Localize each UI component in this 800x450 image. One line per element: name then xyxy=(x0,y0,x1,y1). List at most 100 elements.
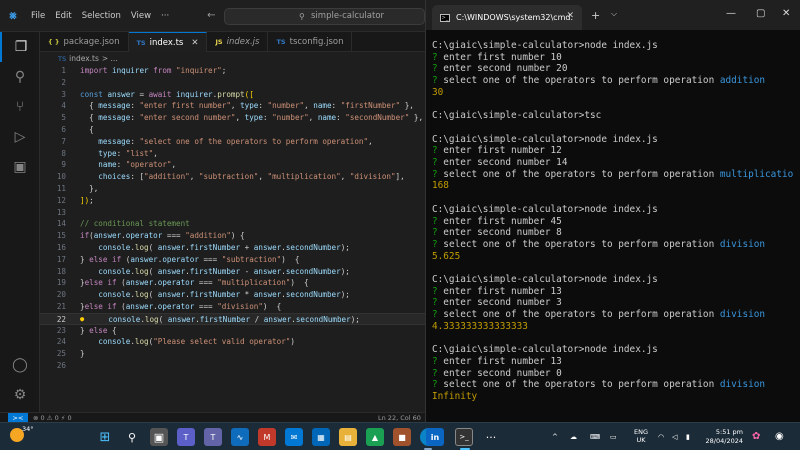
system-clock[interactable]: 5:51 pm 28/04/2024 xyxy=(705,428,743,446)
code-line[interactable]: 25} xyxy=(40,348,425,360)
code-line[interactable]: 5 { message: "enter second number", type… xyxy=(40,112,425,124)
code-text: const answer = await inquirer.prompt([ xyxy=(80,89,254,101)
extensions-icon[interactable]: ▣ xyxy=(0,152,40,182)
tab-index-ts[interactable]: TS index.ts ✕ xyxy=(128,32,208,52)
cursor-position[interactable]: Ln 22, Col 60 xyxy=(378,413,421,422)
volume-icon[interactable]: ◁ xyxy=(672,423,677,450)
account-icon[interactable]: ◯ xyxy=(0,350,40,380)
task-view-icon[interactable]: ▣ xyxy=(150,428,168,446)
code-line[interactable]: 12]); xyxy=(40,195,425,207)
maximize-icon[interactable]: ▢ xyxy=(756,8,765,19)
search-icon[interactable]: ⚲ xyxy=(123,428,141,446)
weather-widget[interactable]: 34° xyxy=(10,425,34,446)
line-number: 4 xyxy=(61,101,66,111)
notification-bell-icon[interactable]: ◉ xyxy=(775,423,784,450)
code-line[interactable]: 9 name: "operator", xyxy=(40,159,425,171)
tab-tsconfig-json[interactable]: TS tsconfig.json xyxy=(268,32,353,52)
code-line[interactable]: 21}else if (answer.operator === "divisio… xyxy=(40,301,425,313)
code-line[interactable]: 7 message: "select one of the operators … xyxy=(40,136,425,148)
code-line[interactable]: 14 // conditional statement xyxy=(40,218,425,230)
tab-package-json[interactable]: { } package.json xyxy=(40,32,129,52)
json-file-icon: { } xyxy=(48,38,60,46)
back-arrow-icon[interactable]: ← xyxy=(202,10,220,21)
close-tab-icon[interactable]: ✕ xyxy=(191,38,198,48)
code-line[interactable]: 8 type: "list", xyxy=(40,148,425,160)
terminal-line: ? select one of the operators to perform… xyxy=(432,379,765,391)
code-line[interactable]: 17} else if (answer.operator === "subtra… xyxy=(40,254,425,266)
terminal-text: ? xyxy=(432,215,444,227)
code-line[interactable]: 6 { xyxy=(40,124,425,136)
linkedin-icon[interactable]: in xyxy=(426,428,444,446)
store-icon[interactable]: ▦ xyxy=(312,428,330,446)
code-line[interactable]: 16 console.log( answer.firstNumber + ans… xyxy=(40,242,425,254)
code-line[interactable]: 2 xyxy=(40,77,425,89)
keyboard-icon[interactable]: ⌨ xyxy=(590,423,600,450)
language-indicator[interactable]: ENG UK xyxy=(634,428,648,444)
code-token: answer xyxy=(253,243,282,252)
code-token: : xyxy=(262,113,273,123)
cloud-icon[interactable]: ☁ xyxy=(570,423,577,450)
run-debug-icon[interactable]: ▷ xyxy=(0,122,40,152)
more-apps-icon[interactable]: ··· xyxy=(482,428,500,446)
code-line[interactable]: 15 if(answer.operator === "addition") { xyxy=(40,230,425,242)
chevron-down-icon[interactable]: ⌵ xyxy=(611,9,617,19)
code-line[interactable]: 23} else { xyxy=(40,325,425,337)
code-token: , xyxy=(368,136,373,146)
monitor-app-icon[interactable]: ∿ xyxy=(231,428,249,446)
code-line[interactable]: 13 xyxy=(40,207,425,219)
code-token: "number" xyxy=(272,113,309,123)
remote-indicator[interactable]: >< xyxy=(8,413,28,422)
close-window-icon[interactable]: ✕ xyxy=(782,8,790,19)
minimize-icon[interactable]: — xyxy=(726,8,736,19)
network-display-icon[interactable]: ▭ xyxy=(610,423,617,450)
problems-indicator[interactable]: ⊗ 0 ⚠ 0 ⚡ 0 xyxy=(33,413,72,422)
file-explorer-icon[interactable]: ▤ xyxy=(339,428,357,446)
menu-more[interactable]: ··· xyxy=(156,11,174,21)
menu-selection[interactable]: Selection xyxy=(77,11,126,21)
code-line[interactable]: 22 ● console.log( answer.firstNumber / an… xyxy=(40,312,425,325)
mail-icon[interactable]: ✉ xyxy=(285,428,303,446)
terminal-tab[interactable]: >_ C:\WINDOWS\system32\cmd. ✕ xyxy=(432,5,582,30)
menu-view[interactable]: View xyxy=(126,11,156,21)
copilot-icon[interactable]: ✿ xyxy=(752,423,760,450)
code-line[interactable]: 10 choices: ["addition", "subtraction", … xyxy=(40,171,425,183)
code-line[interactable]: 18 console.log( answer.firstNumber - ans… xyxy=(40,266,425,278)
tray-chevron-icon[interactable]: ^ xyxy=(552,423,558,450)
search-view-icon[interactable]: ⚲ xyxy=(0,62,40,92)
code-line[interactable]: 3 const answer = await inquirer.prompt([ xyxy=(40,89,425,101)
close-tab-icon[interactable]: ✕ xyxy=(566,11,574,21)
code-token: answer xyxy=(125,302,154,311)
cmd-icon: >_ xyxy=(440,13,450,22)
wifi-icon[interactable]: ◠ xyxy=(658,423,664,450)
teams-icon[interactable]: T xyxy=(177,428,195,446)
terminal-taskbar-icon[interactable]: >_ xyxy=(455,428,473,446)
app-icon[interactable]: ■ xyxy=(393,428,411,446)
code-token: ) { xyxy=(262,302,282,311)
command-center-search[interactable]: ⚲ simple-calculator xyxy=(224,8,425,25)
google-drive-icon[interactable]: ▲ xyxy=(366,428,384,446)
terminal-text: C:\giaic\simple-calculator>node index.js xyxy=(432,203,658,215)
code-line[interactable]: 19}else if (answer.operator === "multipl… xyxy=(40,277,425,289)
breadcrumb[interactable]: TS index.ts > ... xyxy=(40,52,425,65)
code-line[interactable]: 1 import inquirer from "inquirer"; xyxy=(40,65,425,77)
code-text: type: "list", xyxy=(80,148,157,160)
code-line[interactable]: 11 }, xyxy=(40,183,425,195)
mcafee-icon[interactable]: M xyxy=(258,428,276,446)
code-line[interactable]: 4 { message: "enter first number", type:… xyxy=(40,100,425,112)
battery-icon[interactable]: ▮ xyxy=(686,423,690,450)
new-tab-plus-icon[interactable]: + xyxy=(591,9,600,22)
teams-work-icon[interactable]: T xyxy=(204,428,222,446)
terminal-text: enter second number 14 xyxy=(443,157,568,168)
source-control-icon[interactable]: ⑂ xyxy=(0,92,40,122)
code-line[interactable]: 20 console.log( answer.firstNumber * ans… xyxy=(40,289,425,301)
menu-file[interactable]: File xyxy=(26,11,50,21)
code-editor[interactable]: 1 import inquirer from "inquirer"; 2 3 cons… xyxy=(40,65,425,412)
menu-edit[interactable]: Edit xyxy=(50,11,76,21)
settings-gear-icon[interactable]: ⚙ xyxy=(0,380,40,410)
code-line[interactable]: 24 console.log("Please select valid oper… xyxy=(40,336,425,348)
windows-start-icon[interactable]: ⊞ xyxy=(96,428,114,446)
tab-index-js[interactable]: JS index.js xyxy=(207,32,269,52)
code-line[interactable]: 26 xyxy=(40,360,425,372)
explorer-icon[interactable]: ❐ xyxy=(0,32,40,62)
